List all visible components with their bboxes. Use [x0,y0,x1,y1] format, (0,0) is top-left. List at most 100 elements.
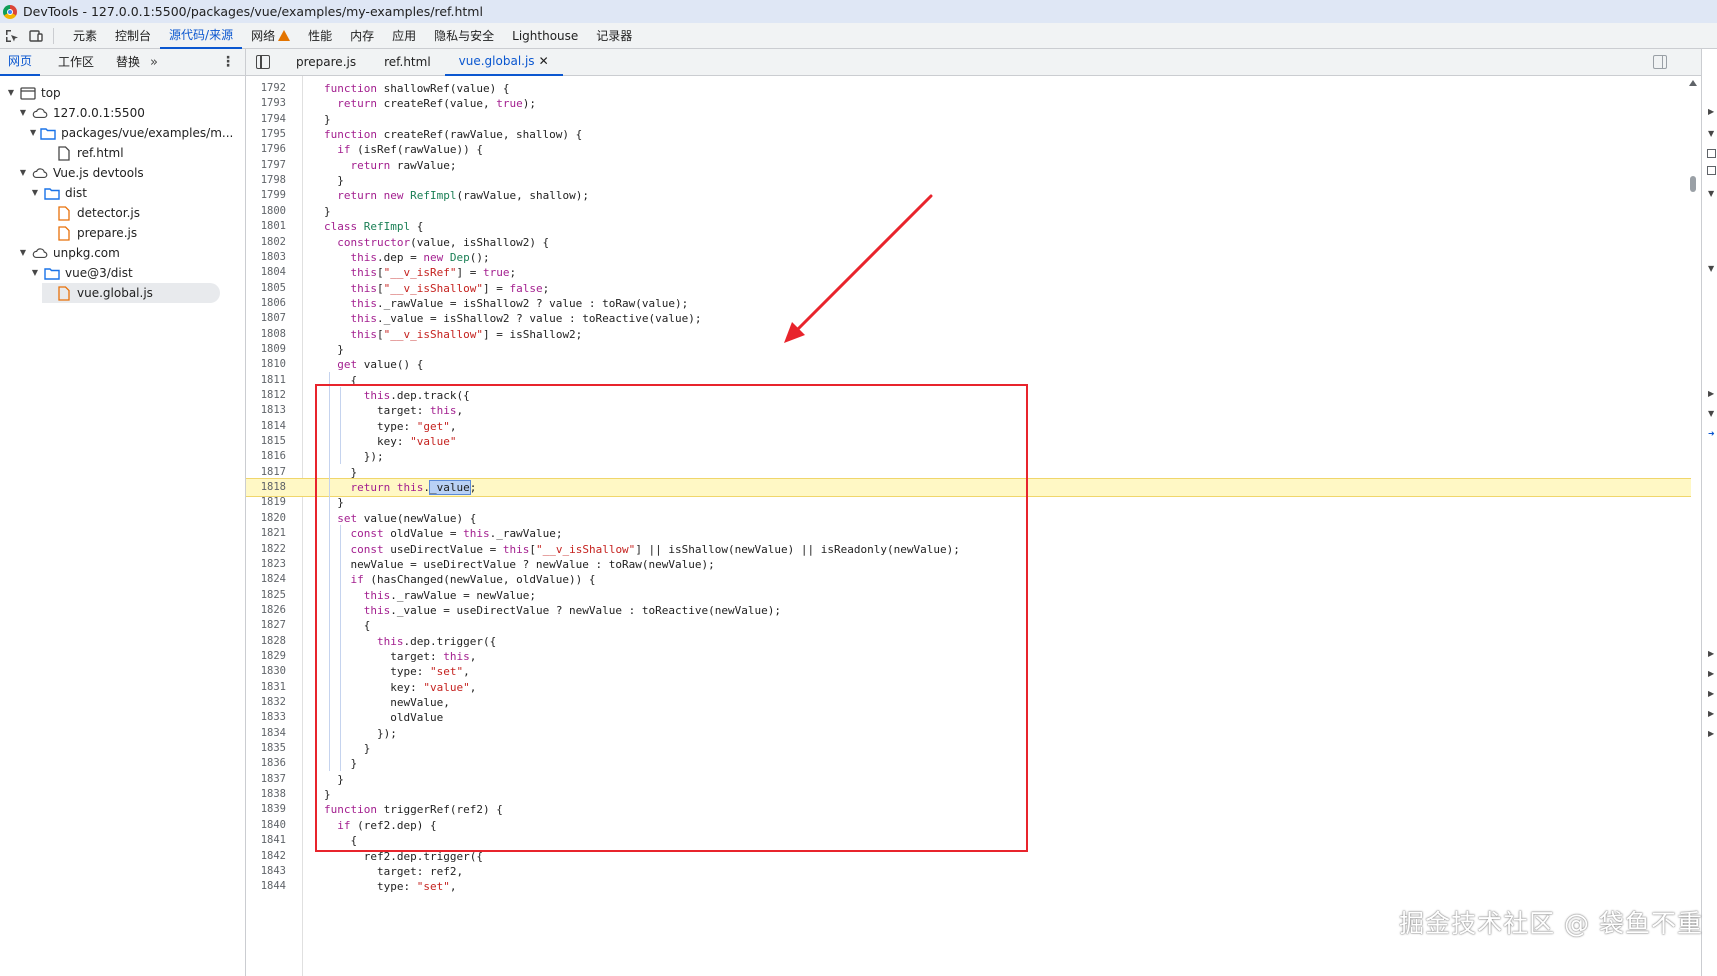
indent-guide [340,525,341,771]
close-tab-icon[interactable]: ✕ [539,54,549,68]
tab-network-label: 网络 [251,28,276,43]
navigator-tabs: 网页 工作区 替换 » ⋮ [0,49,245,76]
line-number[interactable]: 1844 [246,878,286,895]
watermark: 掘金技术社区 @ 袋鱼不重 [1399,909,1703,938]
tab-network[interactable]: 网络 [242,23,299,49]
tree-folder-item[interactable]: ▼ unpkg.com [18,243,220,263]
debugger-sidebar-edge: ▶ ▼ ▼ ▼ ▶ ▼ ➜ ▶ ▶ ▶ ▶ ▶ [1701,49,1717,976]
tree-item-label: top [41,86,61,100]
tree-item-label: packages/vue/examples/m... [61,126,234,140]
tree-item-label: vue@3/dist [65,266,133,280]
chevron-down-icon[interactable]: ▼ [1708,129,1714,138]
chevron-down-icon[interactable]: ▼ [1708,409,1714,418]
chevron-right-icon[interactable]: ▶ [1708,729,1714,738]
chevron-down-icon[interactable]: ▼ [1708,189,1714,198]
tab-elements[interactable]: 元素 [64,23,106,49]
editor-tab-label: vue.global.js [458,53,535,68]
tab-workspace[interactable]: 工作区 [50,49,102,76]
editor-tab-bar: prepare.js ref.html vue.global.js ✕ [246,49,1701,76]
breakpoint-arrow-icon[interactable]: ➜ [1708,429,1715,438]
code-text: type: "set", [324,880,457,894]
expand-arrow-icon[interactable]: ▼ [18,103,28,123]
tree-item-label: unpkg.com [53,246,120,260]
code-line[interactable]: 1844 type: "set", [246,878,1691,895]
chevron-right-icon[interactable]: ▶ [1708,107,1714,116]
folder-icon [40,126,56,140]
cloud-icon [32,166,48,180]
source-editor-panel: prepare.js ref.html vue.global.js ✕ 1792 f… [246,49,1701,976]
chevron-right-icon[interactable]: ▶ [1708,689,1714,698]
scroll-up-icon[interactable] [1689,80,1697,86]
tree-item-label: prepare.js [77,226,138,240]
tree-file-item[interactable]: prepare.js [42,223,220,243]
tree-item-label: ref.html [77,146,124,160]
sources-navigator: 网页 工作区 替换 » ⋮ ▼ top ▼ 127.0.0.1:5500 ▼ packag… [0,49,246,976]
tree-folder-item[interactable]: ▼ dist [30,183,220,203]
editor-tab-vue-global-js[interactable]: vue.global.js ✕ [444,49,563,76]
expand-arrow-icon[interactable]: ▼ [18,243,28,263]
file-icon [56,145,72,161]
tab-application[interactable]: 应用 [383,23,425,49]
window-title: DevTools - 127.0.0.1:5500/packages/vue/e… [23,4,483,19]
tree-folder-item[interactable]: ▼ Vue.js devtools [18,163,220,183]
js-file-icon [56,205,72,221]
chevron-right-icon[interactable]: ▶ [1708,649,1714,658]
js-file-icon [56,225,72,241]
tab-privacy-security[interactable]: 隐私与安全 [425,23,503,49]
folder-icon [44,266,60,280]
tree-item-label: detector.js [77,206,140,220]
tab-lighthouse[interactable]: Lighthouse [503,23,587,49]
cloud-icon [32,106,48,120]
expand-arrow-icon[interactable]: ▼ [30,123,36,143]
tree-file-item[interactable]: detector.js [42,203,220,223]
tab-performance[interactable]: 性能 [299,23,341,49]
editor-tab-ref-html[interactable]: ref.html [370,49,445,76]
expand-arrow-icon[interactable]: ▼ [30,183,40,203]
tree-folder-item[interactable]: ▼ top [6,83,220,103]
expand-arrow-icon[interactable]: ▼ [30,263,40,283]
expand-arrow-icon[interactable]: ▼ [18,163,28,183]
indent-guide [340,387,341,464]
scroll-thumb[interactable] [1690,176,1696,192]
tree-file-item[interactable]: vue.global.js [42,283,220,303]
tree-item-label: vue.global.js [77,286,153,300]
main-tab-bar: 元素 控制台 源代码/来源 网络 性能 内存 应用 隐私与安全 Lighthou… [0,23,1717,49]
chevron-down-icon[interactable]: ▼ [1708,264,1714,273]
checkbox[interactable] [1707,149,1716,158]
more-tabs-button[interactable]: » [150,55,158,70]
tab-memory[interactable]: 内存 [341,23,383,49]
tab-recorder[interactable]: 记录器 [587,23,641,49]
tab-sources[interactable]: 源代码/来源 [160,23,243,49]
tree-item-label: 127.0.0.1:5500 [53,106,145,120]
more-options-icon[interactable]: ⋮ [221,54,235,70]
inspect-element-icon[interactable] [5,29,19,43]
toggle-debugger-icon[interactable] [1653,55,1667,69]
tab-overrides[interactable]: 替换 [108,49,148,76]
tree-folder-item[interactable]: ▼ vue@3/dist [30,263,220,283]
device-toolbar-icon[interactable] [29,29,43,43]
js-file-icon [56,285,72,301]
folder-icon [44,186,60,200]
toggle-navigator-icon[interactable] [256,55,270,69]
checkbox[interactable] [1707,166,1716,175]
tab-console[interactable]: 控制台 [106,23,160,49]
tree-folder-item[interactable]: ▼ 127.0.0.1:5500 [18,103,220,123]
editor-tab-prepare-js[interactable]: prepare.js [282,49,370,76]
toolbar-divider [53,27,54,44]
chrome-logo-icon [3,4,17,19]
indent-guide [329,371,330,771]
tree-file-item[interactable]: ref.html [42,143,220,163]
warning-icon [278,29,291,41]
cloud-icon [32,246,48,260]
tree-folder-item[interactable]: ▼ packages/vue/examples/m... [30,123,233,143]
editor-scrollbar[interactable] [1686,76,1700,976]
tree-item-label: dist [65,186,87,200]
tree-item-label: Vue.js devtools [53,166,144,180]
chevron-right-icon[interactable]: ▶ [1708,669,1714,678]
expand-arrow-icon[interactable]: ▼ [6,83,16,103]
frame-icon [20,86,36,100]
chevron-right-icon[interactable]: ▶ [1708,709,1714,718]
chevron-right-icon[interactable]: ▶ [1708,389,1714,398]
tab-page[interactable]: 网页 [0,49,41,76]
code-view[interactable]: 1792 function shallowRef(value) {1793 ret… [246,76,1696,976]
